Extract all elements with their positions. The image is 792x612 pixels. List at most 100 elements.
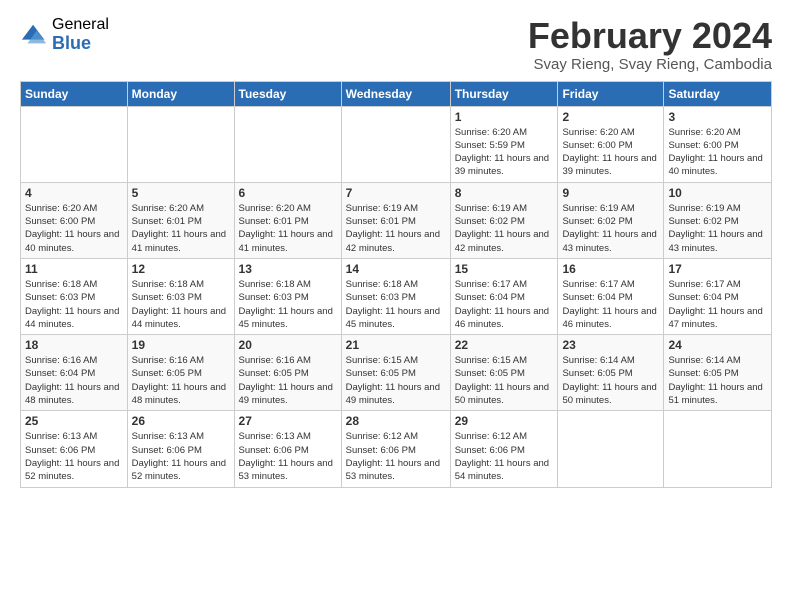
- cell-date-number: 27: [239, 414, 337, 428]
- weekday-header: Thursday: [450, 81, 558, 106]
- calendar-body: 1 Sunrise: 6:20 AM Sunset: 5:59 PM Daylig…: [21, 106, 772, 487]
- calendar-week: 4Sunrise: 6:20 AM Sunset: 6:00 PM Daylig…: [21, 182, 772, 258]
- weekday-header: Sunday: [21, 81, 128, 106]
- cell-info: Sunrise: 6:12 AM Sunset: 6:06 PM Dayligh…: [455, 430, 554, 483]
- calendar-cell: 15Sunrise: 6:17 AM Sunset: 6:04 PM Dayli…: [450, 258, 558, 334]
- calendar-cell: [234, 106, 341, 182]
- page-header: General Blue February 2024 Svay Rieng, S…: [20, 16, 772, 73]
- cell-date-number: 24: [668, 338, 767, 352]
- calendar-week: 11 Sunrise: 6:18 AM Sunset: 6:03 PM Dayli…: [21, 258, 772, 334]
- cell-date-number: 13: [239, 262, 337, 276]
- calendar-cell: 10 Sunrise: 6:19 AM Sunset: 6:02 PM Dayli…: [664, 182, 772, 258]
- logo: General Blue: [20, 16, 109, 53]
- cell-date-number: 19: [132, 338, 230, 352]
- cell-info: Sunrise: 6:18 AM Sunset: 6:03 PM Dayligh…: [346, 278, 446, 331]
- calendar-week: 18Sunrise: 6:16 AM Sunset: 6:04 PM Dayli…: [21, 335, 772, 411]
- cell-date-number: 21: [346, 338, 446, 352]
- cell-date-number: 28: [346, 414, 446, 428]
- calendar-cell: 25 Sunrise: 6:13 AM Sunset: 6:06 PM Dayli…: [21, 411, 128, 487]
- cell-date-number: 8: [455, 186, 554, 200]
- month-title: February 2024: [528, 16, 772, 56]
- cell-info: Sunrise: 6:17 AM Sunset: 6:04 PM Dayligh…: [562, 278, 659, 331]
- logo-blue: Blue: [52, 34, 109, 54]
- calendar-cell: 3Sunrise: 6:20 AM Sunset: 6:00 PM Daylig…: [664, 106, 772, 182]
- calendar-week: 25 Sunrise: 6:13 AM Sunset: 6:06 PM Dayli…: [21, 411, 772, 487]
- logo-icon: [20, 21, 48, 49]
- calendar-cell: 16Sunrise: 6:17 AM Sunset: 6:04 PM Dayli…: [558, 258, 664, 334]
- calendar-cell: 26 Sunrise: 6:13 AM Sunset: 6:06 PM Dayli…: [127, 411, 234, 487]
- cell-info: Sunrise: 6:20 AM Sunset: 6:01 PM Dayligh…: [239, 202, 337, 255]
- calendar-cell: 12Sunrise: 6:18 AM Sunset: 6:03 PM Dayli…: [127, 258, 234, 334]
- calendar-cell: [664, 411, 772, 487]
- calendar-cell: 21 Sunrise: 6:15 AM Sunset: 6:05 PM Dayli…: [341, 335, 450, 411]
- calendar-cell: 14 Sunrise: 6:18 AM Sunset: 6:03 PM Dayli…: [341, 258, 450, 334]
- cell-info: Sunrise: 6:18 AM Sunset: 6:03 PM Dayligh…: [25, 278, 123, 331]
- cell-info: Sunrise: 6:16 AM Sunset: 6:05 PM Dayligh…: [239, 354, 337, 407]
- calendar-cell: 23 Sunrise: 6:14 AM Sunset: 6:05 PM Dayli…: [558, 335, 664, 411]
- weekday-row: SundayMondayTuesdayWednesdayThursdayFrid…: [21, 81, 772, 106]
- calendar-cell: 13 Sunrise: 6:18 AM Sunset: 6:03 PM Dayli…: [234, 258, 341, 334]
- calendar-cell: 17 Sunrise: 6:17 AM Sunset: 6:04 PM Dayli…: [664, 258, 772, 334]
- calendar-cell: 18Sunrise: 6:16 AM Sunset: 6:04 PM Dayli…: [21, 335, 128, 411]
- calendar-cell: 4Sunrise: 6:20 AM Sunset: 6:00 PM Daylig…: [21, 182, 128, 258]
- calendar-cell: 5Sunrise: 6:20 AM Sunset: 6:01 PM Daylig…: [127, 182, 234, 258]
- calendar-cell: [21, 106, 128, 182]
- weekday-header: Friday: [558, 81, 664, 106]
- cell-date-number: 17: [668, 262, 767, 276]
- cell-info: Sunrise: 6:20 AM Sunset: 5:59 PM Dayligh…: [455, 126, 554, 179]
- cell-date-number: 10: [668, 186, 767, 200]
- calendar-cell: 27 Sunrise: 6:13 AM Sunset: 6:06 PM Dayli…: [234, 411, 341, 487]
- cell-date-number: 1: [455, 110, 554, 124]
- cell-info: Sunrise: 6:17 AM Sunset: 6:04 PM Dayligh…: [668, 278, 767, 331]
- calendar-cell: 1 Sunrise: 6:20 AM Sunset: 5:59 PM Daylig…: [450, 106, 558, 182]
- cell-date-number: 11: [25, 262, 123, 276]
- cell-info: Sunrise: 6:20 AM Sunset: 6:01 PM Dayligh…: [132, 202, 230, 255]
- cell-date-number: 20: [239, 338, 337, 352]
- calendar-cell: 24Sunrise: 6:14 AM Sunset: 6:05 PM Dayli…: [664, 335, 772, 411]
- calendar-cell: 20 Sunrise: 6:16 AM Sunset: 6:05 PM Dayli…: [234, 335, 341, 411]
- calendar-cell: 8Sunrise: 6:19 AM Sunset: 6:02 PM Daylig…: [450, 182, 558, 258]
- calendar-cell: 22Sunrise: 6:15 AM Sunset: 6:05 PM Dayli…: [450, 335, 558, 411]
- cell-date-number: 23: [562, 338, 659, 352]
- calendar-table: SundayMondayTuesdayWednesdayThursdayFrid…: [20, 81, 772, 488]
- cell-date-number: 25: [25, 414, 123, 428]
- calendar-cell: 6 Sunrise: 6:20 AM Sunset: 6:01 PM Daylig…: [234, 182, 341, 258]
- cell-info: Sunrise: 6:20 AM Sunset: 6:00 PM Dayligh…: [562, 126, 659, 179]
- calendar-cell: 28 Sunrise: 6:12 AM Sunset: 6:06 PM Dayli…: [341, 411, 450, 487]
- cell-info: Sunrise: 6:12 AM Sunset: 6:06 PM Dayligh…: [346, 430, 446, 483]
- calendar-cell: 7 Sunrise: 6:19 AM Sunset: 6:01 PM Daylig…: [341, 182, 450, 258]
- calendar-cell: [127, 106, 234, 182]
- cell-info: Sunrise: 6:18 AM Sunset: 6:03 PM Dayligh…: [239, 278, 337, 331]
- cell-date-number: 15: [455, 262, 554, 276]
- cell-date-number: 7: [346, 186, 446, 200]
- weekday-header: Tuesday: [234, 81, 341, 106]
- cell-date-number: 26: [132, 414, 230, 428]
- cell-info: Sunrise: 6:14 AM Sunset: 6:05 PM Dayligh…: [562, 354, 659, 407]
- logo-text: General Blue: [52, 16, 109, 53]
- cell-info: Sunrise: 6:19 AM Sunset: 6:01 PM Dayligh…: [346, 202, 446, 255]
- cell-info: Sunrise: 6:18 AM Sunset: 6:03 PM Dayligh…: [132, 278, 230, 331]
- calendar-cell: [558, 411, 664, 487]
- cell-info: Sunrise: 6:19 AM Sunset: 6:02 PM Dayligh…: [668, 202, 767, 255]
- cell-info: Sunrise: 6:20 AM Sunset: 6:00 PM Dayligh…: [25, 202, 123, 255]
- calendar-week: 1 Sunrise: 6:20 AM Sunset: 5:59 PM Daylig…: [21, 106, 772, 182]
- calendar-cell: 9Sunrise: 6:19 AM Sunset: 6:02 PM Daylig…: [558, 182, 664, 258]
- cell-info: Sunrise: 6:13 AM Sunset: 6:06 PM Dayligh…: [132, 430, 230, 483]
- cell-date-number: 6: [239, 186, 337, 200]
- weekday-header: Wednesday: [341, 81, 450, 106]
- cell-date-number: 29: [455, 414, 554, 428]
- cell-date-number: 18: [25, 338, 123, 352]
- cell-date-number: 9: [562, 186, 659, 200]
- cell-info: Sunrise: 6:13 AM Sunset: 6:06 PM Dayligh…: [25, 430, 123, 483]
- cell-info: Sunrise: 6:16 AM Sunset: 6:05 PM Dayligh…: [132, 354, 230, 407]
- calendar-cell: 11 Sunrise: 6:18 AM Sunset: 6:03 PM Dayli…: [21, 258, 128, 334]
- cell-date-number: 2: [562, 110, 659, 124]
- cell-date-number: 14: [346, 262, 446, 276]
- cell-info: Sunrise: 6:15 AM Sunset: 6:05 PM Dayligh…: [346, 354, 446, 407]
- calendar-cell: [341, 106, 450, 182]
- calendar-cell: 2 Sunrise: 6:20 AM Sunset: 6:00 PM Daylig…: [558, 106, 664, 182]
- logo-general: General: [52, 16, 109, 34]
- cell-date-number: 22: [455, 338, 554, 352]
- cell-info: Sunrise: 6:13 AM Sunset: 6:06 PM Dayligh…: [239, 430, 337, 483]
- calendar-cell: 19 Sunrise: 6:16 AM Sunset: 6:05 PM Dayli…: [127, 335, 234, 411]
